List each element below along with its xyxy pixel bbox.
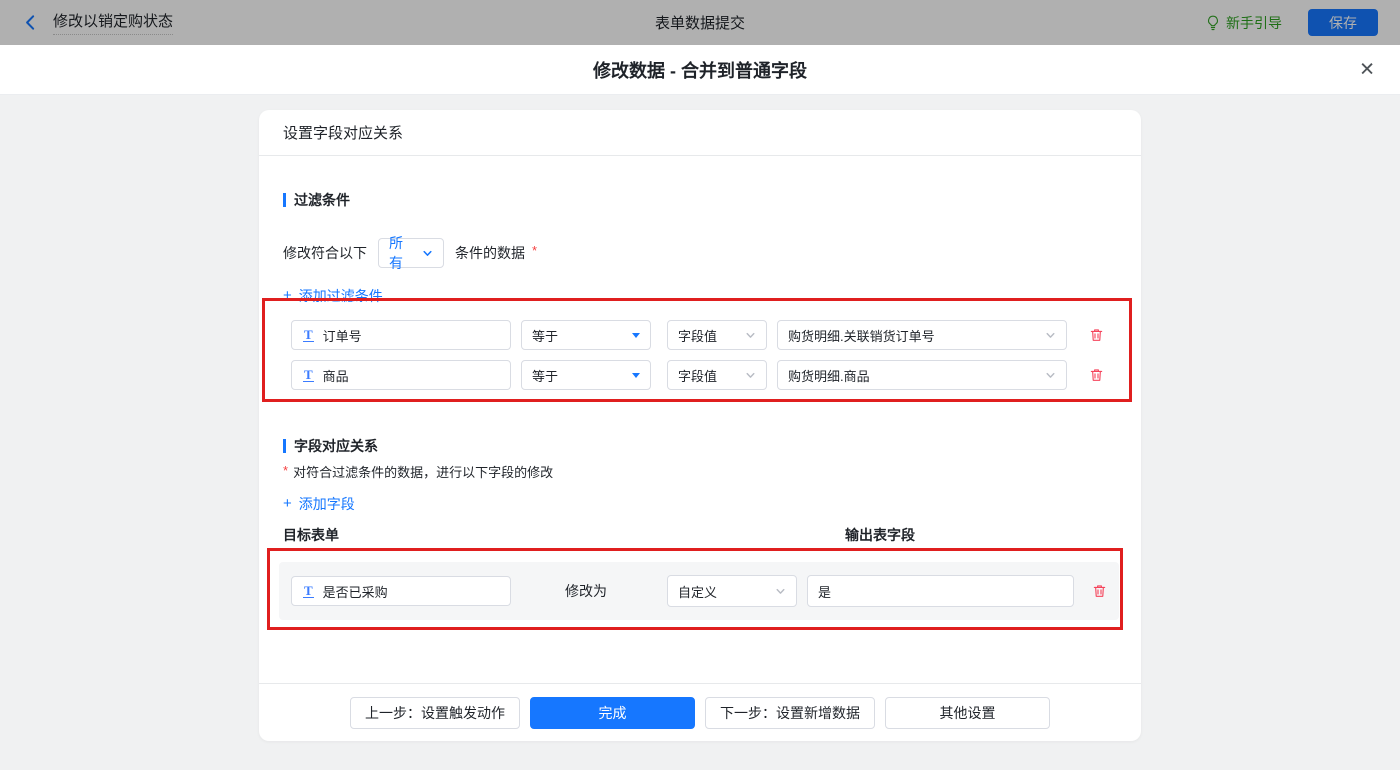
match-mode-value: 所有 (389, 235, 403, 271)
modify-to-label: 修改为 (565, 583, 607, 599)
plus-icon: + (283, 495, 292, 512)
compare-value: 购货明细.关联销货订单号 (788, 328, 935, 344)
operator-select[interactable]: 等于 (521, 320, 651, 350)
mapping-column-headers: 目标表单 输出表字段 (283, 526, 1117, 544)
triangle-down-icon (632, 372, 640, 378)
mapping-rows: T 是否已采购 修改为 自定义 (279, 562, 1119, 620)
field-name: 订单号 (322, 328, 362, 344)
operator-value: 等于 (532, 368, 559, 384)
text-field-type-icon: T (303, 326, 314, 342)
custom-value-input[interactable] (807, 575, 1074, 607)
modal-title: 修改数据 - 合并到普通字段 (593, 60, 807, 81)
topbar-right: 新手引导 保存 (1206, 9, 1378, 36)
value-type-select[interactable]: 字段值 (667, 320, 767, 350)
filter-section-title: 过滤条件 (283, 190, 1117, 210)
section-marker-bar (283, 193, 286, 207)
mapping-section-title: 字段对应关系 (283, 436, 1117, 456)
match-mode-select[interactable]: 所有 (378, 235, 444, 271)
settings-panel: 设置字段对应关系 过滤条件 修改符合以下 所有 条件的数据 * + 添加过滤条件… (259, 110, 1141, 741)
column-target-form: 目标表单 (283, 527, 339, 543)
modal-titlebar: 修改数据 - 合并到普通字段 ✕ (0, 45, 1400, 95)
chevron-down-icon (422, 248, 433, 259)
delete-condition-icon[interactable] (1089, 327, 1104, 343)
match-condition-line: 修改符合以下 所有 条件的数据 * (283, 235, 1117, 271)
section-marker-bar (283, 439, 286, 453)
target-field-select[interactable]: T 是否已采购 (291, 576, 511, 606)
operator-value: 等于 (532, 328, 559, 344)
required-asterisk: * (283, 463, 289, 478)
back-icon[interactable] (22, 14, 39, 31)
topbar: 修改以销定购状态 表单数据提交 新手引导 保存 (0, 0, 1400, 45)
compare-value-select[interactable]: 购货明细.商品 (777, 360, 1067, 390)
add-field-label: 添加字段 (298, 496, 355, 512)
beginner-guide-link[interactable]: 新手引导 (1206, 13, 1282, 33)
topbar-left: 修改以销定购状态 (22, 10, 174, 35)
save-button[interactable]: 保存 (1308, 9, 1378, 36)
value-type-select[interactable]: 字段值 (667, 360, 767, 390)
add-filter-condition-link[interactable]: + 添加过滤条件 (283, 286, 383, 306)
filter-condition-row: T 订单号 等于 字段值 购货明细.关联销货订单号 (291, 320, 1117, 350)
mapping-description-text: 对符合过滤条件的数据，进行以下字段的修改 (293, 465, 554, 480)
modify-value-type: 自定义 (678, 584, 718, 600)
chevron-down-icon (745, 330, 756, 341)
value-type-value: 字段值 (678, 328, 718, 344)
chevron-down-icon (775, 586, 786, 597)
panel-footer: 上一步：设置触发动作 完成 下一步：设置新增数据 其他设置 (259, 683, 1141, 741)
chevron-down-icon (745, 370, 756, 381)
triangle-down-icon (632, 332, 640, 338)
required-asterisk: * (532, 242, 538, 258)
plus-icon: + (283, 287, 292, 304)
text-field-type-icon: T (303, 366, 314, 382)
field-select[interactable]: T 订单号 (291, 320, 511, 350)
mapping-row: T 是否已采购 修改为 自定义 (279, 562, 1119, 620)
close-icon[interactable]: ✕ (1359, 60, 1375, 79)
next-step-button[interactable]: 下一步：设置新增数据 (705, 696, 875, 729)
filter-rows: T 订单号 等于 字段值 购货明细.关联销货订单号 T 商品 等于 字段值 购货… (283, 320, 1117, 390)
prev-step-button[interactable]: 上一步：设置触发动作 (350, 696, 520, 729)
match-prefix-text: 修改符合以下 (283, 245, 367, 261)
other-settings-button[interactable]: 其他设置 (885, 696, 1050, 729)
text-field-type-icon: T (303, 582, 314, 598)
compare-value-select[interactable]: 购货明细.关联销货订单号 (777, 320, 1067, 350)
panel-body: 过滤条件 修改符合以下 所有 条件的数据 * + 添加过滤条件 T 订单号 等于… (259, 190, 1141, 620)
modify-value-type-select[interactable]: 自定义 (667, 575, 797, 607)
add-field-link[interactable]: + 添加字段 (283, 494, 355, 514)
delete-condition-icon[interactable] (1089, 367, 1104, 383)
done-button[interactable]: 完成 (530, 696, 695, 729)
filter-section-label: 过滤条件 (294, 192, 350, 208)
chevron-down-icon (1045, 370, 1056, 381)
field-select[interactable]: T 商品 (291, 360, 511, 390)
target-field-name: 是否已采购 (322, 584, 388, 600)
workflow-name[interactable]: 修改以销定购状态 (53, 10, 174, 35)
panel-title: 设置字段对应关系 (259, 110, 1141, 156)
field-name: 商品 (322, 368, 349, 384)
add-filter-condition-label: 添加过滤条件 (298, 288, 383, 304)
lightbulb-icon (1206, 15, 1220, 31)
value-type-value: 字段值 (678, 368, 718, 384)
modal-content: 设置字段对应关系 过滤条件 修改符合以下 所有 条件的数据 * + 添加过滤条件… (0, 110, 1400, 770)
compare-value: 购货明细.商品 (788, 368, 870, 384)
chevron-down-icon (1045, 330, 1056, 341)
screen: 修改以销定购状态 表单数据提交 新手引导 保存 修改数据 - 合并到普通字段 ✕… (0, 0, 1400, 755)
filter-condition-row: T 商品 等于 字段值 购货明细.商品 (291, 360, 1117, 390)
operator-select[interactable]: 等于 (521, 360, 651, 390)
delete-mapping-icon[interactable] (1092, 583, 1107, 599)
beginner-guide-label: 新手引导 (1226, 14, 1282, 31)
topbar-center-title: 表单数据提交 (654, 15, 746, 32)
column-output-field: 输出表字段 (845, 527, 915, 543)
mapping-description: * 对符合过滤条件的数据，进行以下字段的修改 (283, 463, 1117, 482)
match-suffix-text: 条件的数据 (455, 245, 525, 261)
mapping-section-label: 字段对应关系 (294, 438, 378, 454)
